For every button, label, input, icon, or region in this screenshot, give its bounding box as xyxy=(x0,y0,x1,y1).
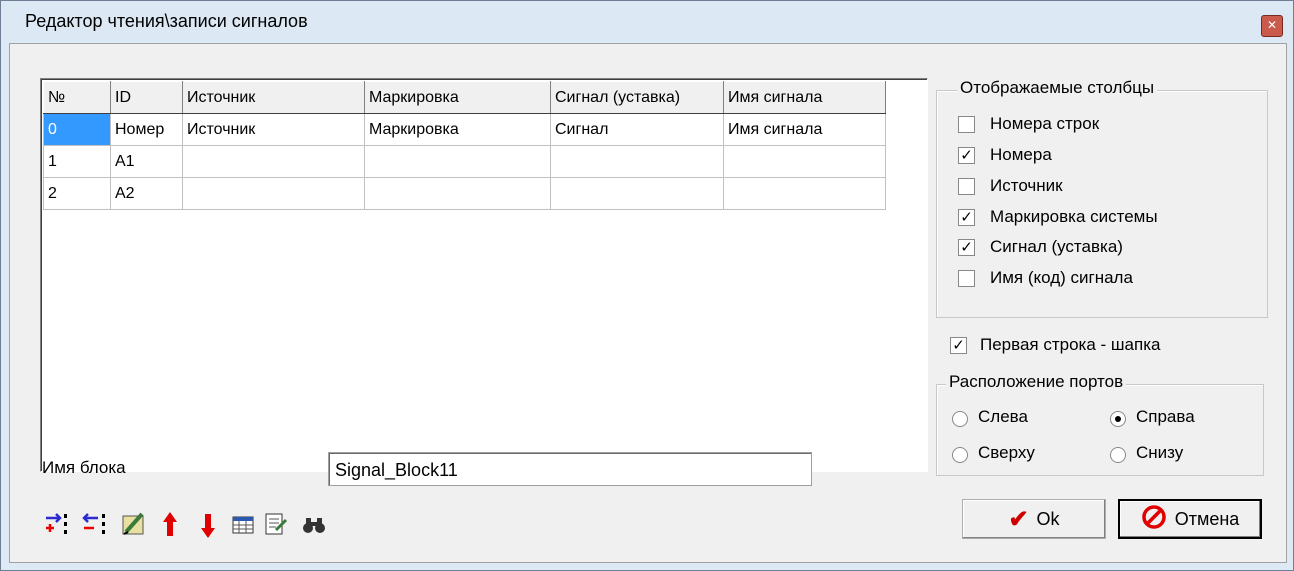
table-row: 2 A2 xyxy=(43,177,886,210)
column-header[interactable]: Источник xyxy=(182,81,365,114)
close-button[interactable]: ✕ xyxy=(1261,15,1283,37)
table-cell[interactable]: 1 xyxy=(43,145,111,178)
checkbox-label[interactable]: Номера строк xyxy=(990,114,1099,134)
ok-button[interactable]: ✔ Ok xyxy=(962,499,1106,539)
cancel-label: Отмена xyxy=(1174,508,1240,529)
radio-top[interactable] xyxy=(952,447,968,463)
checkbox-label[interactable]: Номера xyxy=(990,145,1052,165)
find-icon[interactable] xyxy=(300,506,328,546)
checkbox-system-marking[interactable]: ✓ xyxy=(958,209,975,226)
block-name-label: Имя блока xyxy=(42,458,126,477)
radio-right[interactable] xyxy=(1110,411,1126,427)
export-icon[interactable] xyxy=(262,506,290,546)
table-cell[interactable]: 2 xyxy=(43,177,111,210)
table-cell[interactable] xyxy=(723,145,886,178)
table-cell[interactable]: Сигнал xyxy=(550,113,724,146)
checkbox-first-row-header[interactable]: ✓ xyxy=(950,337,967,354)
dialog-body: № ID Источник Маркировка Сигнал (уставка… xyxy=(9,43,1287,563)
checkbox-label[interactable]: Имя (код) сигнала xyxy=(990,268,1133,288)
table-cell[interactable]: A2 xyxy=(110,177,183,210)
cancel-button[interactable]: Отмена xyxy=(1118,499,1262,539)
move-up-icon[interactable] xyxy=(156,506,184,546)
table-cell[interactable] xyxy=(723,177,886,210)
radio-label[interactable]: Слева xyxy=(978,407,1028,427)
edit-icon[interactable] xyxy=(120,506,148,546)
table-cell[interactable] xyxy=(364,145,551,178)
remove-column-icon[interactable] xyxy=(82,506,110,546)
table-cell[interactable] xyxy=(182,145,365,178)
table-cell[interactable]: Маркировка xyxy=(364,113,551,146)
radio-bottom[interactable] xyxy=(1110,447,1126,463)
table-cell[interactable] xyxy=(182,177,365,210)
table-cell[interactable]: Источник xyxy=(182,113,365,146)
table-cell[interactable]: Номер xyxy=(110,113,183,146)
cancel-icon xyxy=(1141,504,1167,535)
table-row: 0 Номер Источник Маркировка Сигнал Имя с… xyxy=(43,113,886,146)
move-down-icon[interactable] xyxy=(194,506,222,546)
table-header-row: № ID Источник Маркировка Сигнал (уставка… xyxy=(43,81,886,114)
radio-left[interactable] xyxy=(952,411,968,427)
window-title: Редактор чтения\записи сигналов xyxy=(25,11,308,31)
block-name-input[interactable]: Signal_Block11 xyxy=(328,452,812,486)
column-header[interactable]: ID xyxy=(110,81,183,114)
table-cell[interactable]: Имя сигнала xyxy=(723,113,886,146)
checkbox-signal-setpoint[interactable]: ✓ xyxy=(958,239,975,256)
checkbox-source[interactable] xyxy=(958,178,975,195)
signals-table: № ID Источник Маркировка Сигнал (уставка… xyxy=(43,81,886,210)
table-cell[interactable] xyxy=(550,145,724,178)
signals-grid[interactable]: № ID Источник Маркировка Сигнал (уставка… xyxy=(40,78,928,472)
checkbox-numbers[interactable]: ✓ xyxy=(958,147,975,164)
table-cell[interactable] xyxy=(364,177,551,210)
radio-label[interactable]: Снизу xyxy=(1136,443,1183,463)
column-header[interactable]: Сигнал (уставка) xyxy=(550,81,724,114)
displayed-columns-title: Отображаемые столбцы xyxy=(957,78,1158,98)
checkbox-label[interactable]: Источник xyxy=(990,176,1063,196)
column-header[interactable]: Маркировка xyxy=(364,81,551,114)
add-column-icon[interactable] xyxy=(44,506,72,546)
checkbox-label[interactable]: Сигнал (уставка) xyxy=(990,237,1123,257)
ports-position-title: Расположение портов xyxy=(946,372,1127,392)
radio-label[interactable]: Сверху xyxy=(978,443,1035,463)
first-row-header-label[interactable]: Первая строка - шапка xyxy=(980,335,1160,355)
table-cell[interactable] xyxy=(550,177,724,210)
checkmark-icon: ✔ xyxy=(1008,505,1029,533)
title-bar: Редактор чтения\записи сигналов ✕ xyxy=(1,1,1293,41)
table-cell[interactable]: A1 xyxy=(110,145,183,178)
table-row: 1 A1 xyxy=(43,145,886,178)
checkbox-label[interactable]: Маркировка системы xyxy=(990,207,1158,227)
table-icon[interactable] xyxy=(230,506,258,546)
checkbox-signal-name[interactable] xyxy=(958,270,975,287)
table-cell[interactable]: 0 xyxy=(43,113,111,146)
dialog-window: Редактор чтения\записи сигналов ✕ № ID И… xyxy=(0,0,1294,571)
column-header[interactable]: Имя сигнала xyxy=(723,81,886,114)
ok-label: Ok xyxy=(1036,508,1060,529)
checkbox-row-numbers[interactable] xyxy=(958,116,975,133)
radio-label[interactable]: Справа xyxy=(1136,407,1195,427)
column-header[interactable]: № xyxy=(43,81,111,114)
